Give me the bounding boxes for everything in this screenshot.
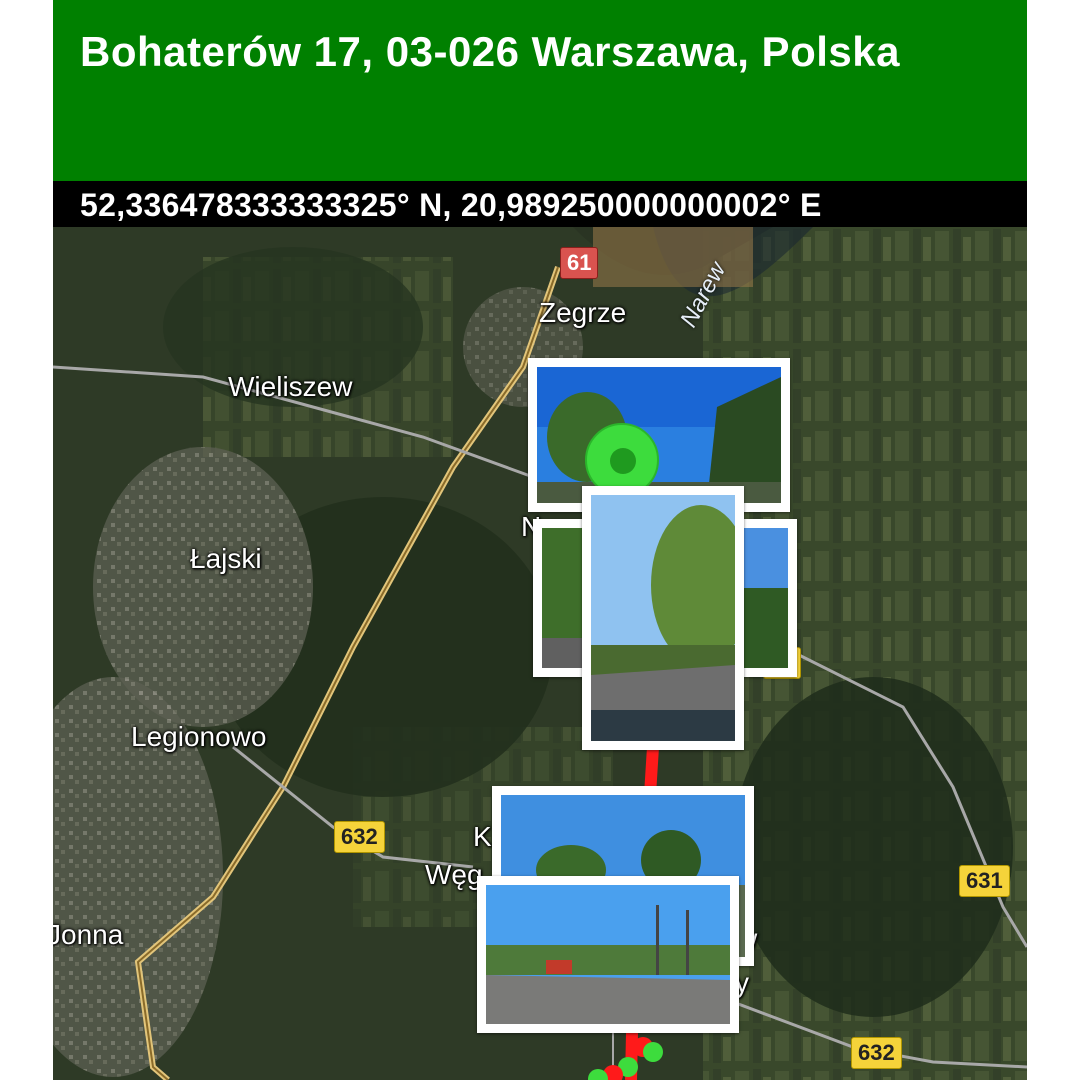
photo-thumbnail-3[interactable] xyxy=(735,519,797,677)
place-label-k-fragment: K xyxy=(473,821,492,852)
road-shield-631-right: 631 xyxy=(959,865,1010,897)
place-label-wieliszew: Wieliszew xyxy=(228,371,353,402)
coordinates-bar: 52,336478333333325° N, 20,98925000000000… xyxy=(53,181,1027,227)
address-title: Bohaterów 17, 03-026 Warszawa, Polska xyxy=(80,28,900,75)
map-app: Bohaterów 17, 03-026 Warszawa, Polska 52… xyxy=(53,0,1027,1080)
place-label-wegrzynowo: Węg xyxy=(425,859,483,890)
place-label-zegrze: Zegrze xyxy=(539,297,627,328)
coordinates-readout: 52,336478333333325° N, 20,98925000000000… xyxy=(80,187,822,223)
address-header: Bohaterów 17, 03-026 Warszawa, Polska xyxy=(53,0,1027,181)
place-label-lajski: Łajski xyxy=(190,543,262,574)
photo-image-4 xyxy=(591,495,735,741)
photo-thumbnail-6[interactable] xyxy=(477,876,739,1033)
photo-thumbnail-4[interactable] xyxy=(582,486,744,750)
photo-image-1 xyxy=(537,367,781,503)
road-shield-632-bottom: 632 xyxy=(851,1037,902,1069)
photo-image-3 xyxy=(744,528,788,668)
place-label-legionowo: Legionowo xyxy=(131,721,267,752)
photo-image-6 xyxy=(486,885,730,1024)
place-label-jablonna: Jonna xyxy=(53,919,124,950)
road-shield-61: 61 xyxy=(560,247,599,279)
satellite-map[interactable]: Zegrze Wieliszew Łajski Legionowo Jonna … xyxy=(53,227,1027,1080)
road-shield-632-left: 632 xyxy=(334,821,385,853)
